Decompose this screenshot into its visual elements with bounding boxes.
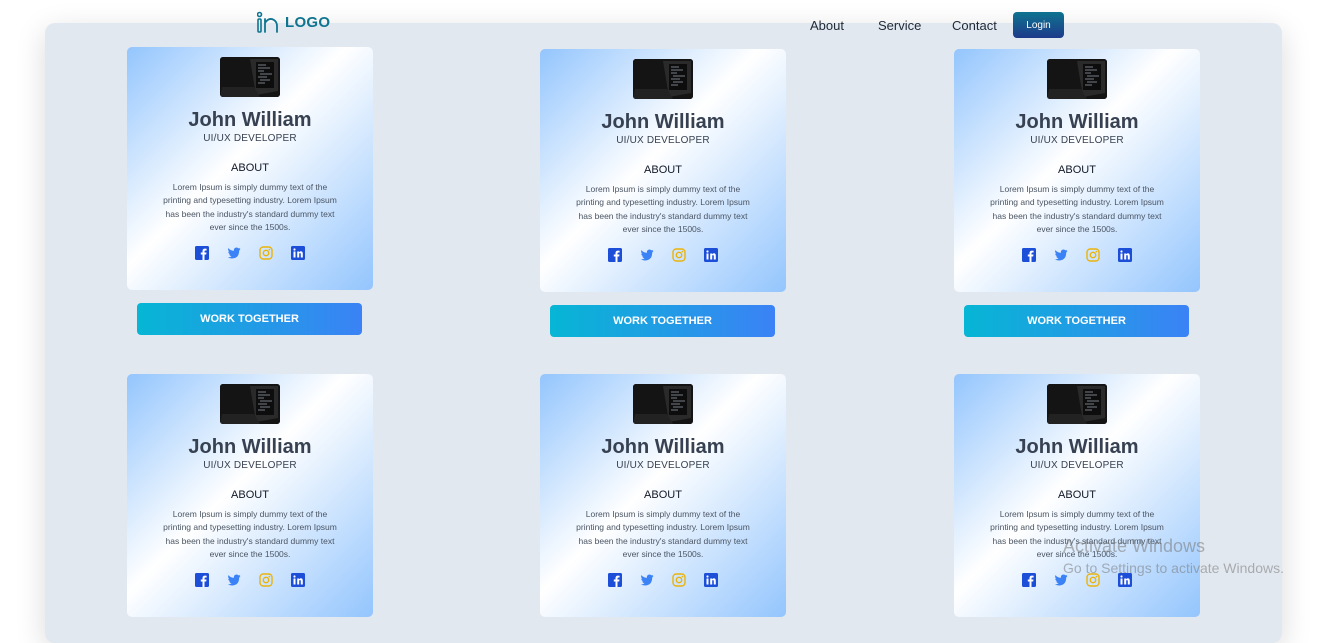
profile-card-4: John William UI/UX DEVELOPER ABOUT Lorem… [127, 374, 373, 617]
logo-text: LOGO [285, 13, 331, 31]
about-title: ABOUT [231, 162, 269, 174]
about-text: Lorem Ipsum is simply dummy text of the … [163, 182, 337, 232]
avatar [220, 384, 280, 424]
avatar [1047, 59, 1107, 99]
windows-activation-watermark: Activate Windows Go to Settings to activ… [1063, 535, 1284, 579]
about-title: ABOUT [644, 489, 682, 501]
facebook-icon[interactable] [608, 248, 622, 263]
twitter-icon[interactable] [227, 573, 241, 587]
profile-card-2: John William UI/UX DEVELOPER ABOUT Lorem… [540, 49, 786, 292]
card-role: UI/UX DEVELOPER [616, 460, 710, 471]
avatar [633, 59, 693, 99]
facebook-icon[interactable] [195, 573, 209, 588]
watermark-line1: Activate Windows [1063, 536, 1206, 556]
about-text: Lorem Ipsum is simply dummy text of the … [163, 509, 337, 559]
nav-link-about[interactable]: About [810, 18, 844, 33]
avatar [220, 57, 280, 97]
card-name: John William [1015, 111, 1139, 133]
about-text: Lorem Ipsum is simply dummy text of the … [576, 184, 750, 234]
work-together-button[interactable]: WORK TOGETHER [137, 303, 362, 335]
facebook-icon[interactable] [608, 573, 622, 588]
avatar [1047, 384, 1107, 424]
instagram-icon[interactable] [1086, 248, 1100, 262]
about-text: Lorem Ipsum is simply dummy text of the … [576, 509, 750, 559]
login-button[interactable]: Login [1013, 12, 1064, 38]
logo-icon [257, 11, 278, 33]
twitter-icon[interactable] [640, 248, 654, 262]
avatar-image [220, 57, 280, 97]
instagram-icon[interactable] [259, 246, 273, 260]
card-name: John William [188, 436, 312, 458]
card-name: John William [601, 436, 725, 458]
social-links [540, 573, 786, 588]
watermark-line2: Go to Settings to activate Windows. [1063, 560, 1284, 576]
linkedin-icon[interactable] [1118, 248, 1132, 263]
nav-link-contact[interactable]: Contact [952, 18, 997, 33]
card-role: UI/UX DEVELOPER [1030, 460, 1124, 471]
linkedin-icon[interactable] [704, 248, 718, 263]
linkedin-icon[interactable] [704, 573, 718, 588]
card-name: John William [188, 109, 312, 131]
about-title: ABOUT [644, 164, 682, 176]
logo[interactable]: LOGO [257, 11, 330, 33]
social-links [127, 246, 373, 261]
profile-card-6: John William UI/UX DEVELOPER ABOUT Lorem… [954, 374, 1200, 617]
facebook-icon[interactable] [195, 246, 209, 261]
card-name: John William [601, 111, 725, 133]
profile-card-1: John William UI/UX DEVELOPER ABOUT Lorem… [127, 47, 373, 290]
avatar [633, 384, 693, 424]
avatar-image [220, 384, 280, 424]
navbar: LOGO About Service Contact Login [0, 0, 1337, 46]
twitter-icon[interactable] [1054, 248, 1068, 262]
linkedin-icon[interactable] [291, 246, 305, 261]
avatar-image [1047, 384, 1107, 424]
avatar-image [1047, 59, 1107, 99]
instagram-icon[interactable] [672, 573, 686, 587]
card-role: UI/UX DEVELOPER [1030, 135, 1124, 146]
social-links [954, 248, 1200, 263]
card-role: UI/UX DEVELOPER [616, 135, 710, 146]
twitter-icon[interactable] [227, 246, 241, 260]
card-name: John William [1015, 436, 1139, 458]
linkedin-icon[interactable] [291, 573, 305, 588]
about-title: ABOUT [1058, 489, 1096, 501]
about-title: ABOUT [1058, 164, 1096, 176]
instagram-icon[interactable] [259, 573, 273, 587]
instagram-icon[interactable] [672, 248, 686, 262]
avatar-image [633, 384, 693, 424]
social-links [540, 248, 786, 263]
profile-card-5: John William UI/UX DEVELOPER ABOUT Lorem… [540, 374, 786, 617]
social-links [127, 573, 373, 588]
twitter-icon[interactable] [640, 573, 654, 587]
nav-link-service[interactable]: Service [878, 18, 921, 33]
work-together-button[interactable]: WORK TOGETHER [550, 305, 775, 337]
work-together-button[interactable]: WORK TOGETHER [964, 305, 1189, 337]
about-text: Lorem Ipsum is simply dummy text of the … [990, 184, 1164, 234]
profile-card-3: John William UI/UX DEVELOPER ABOUT Lorem… [954, 49, 1200, 292]
about-title: ABOUT [231, 489, 269, 501]
facebook-icon[interactable] [1022, 248, 1036, 263]
avatar-image [633, 59, 693, 99]
card-role: UI/UX DEVELOPER [203, 460, 297, 471]
facebook-icon[interactable] [1022, 573, 1036, 588]
card-role: UI/UX DEVELOPER [203, 133, 297, 144]
